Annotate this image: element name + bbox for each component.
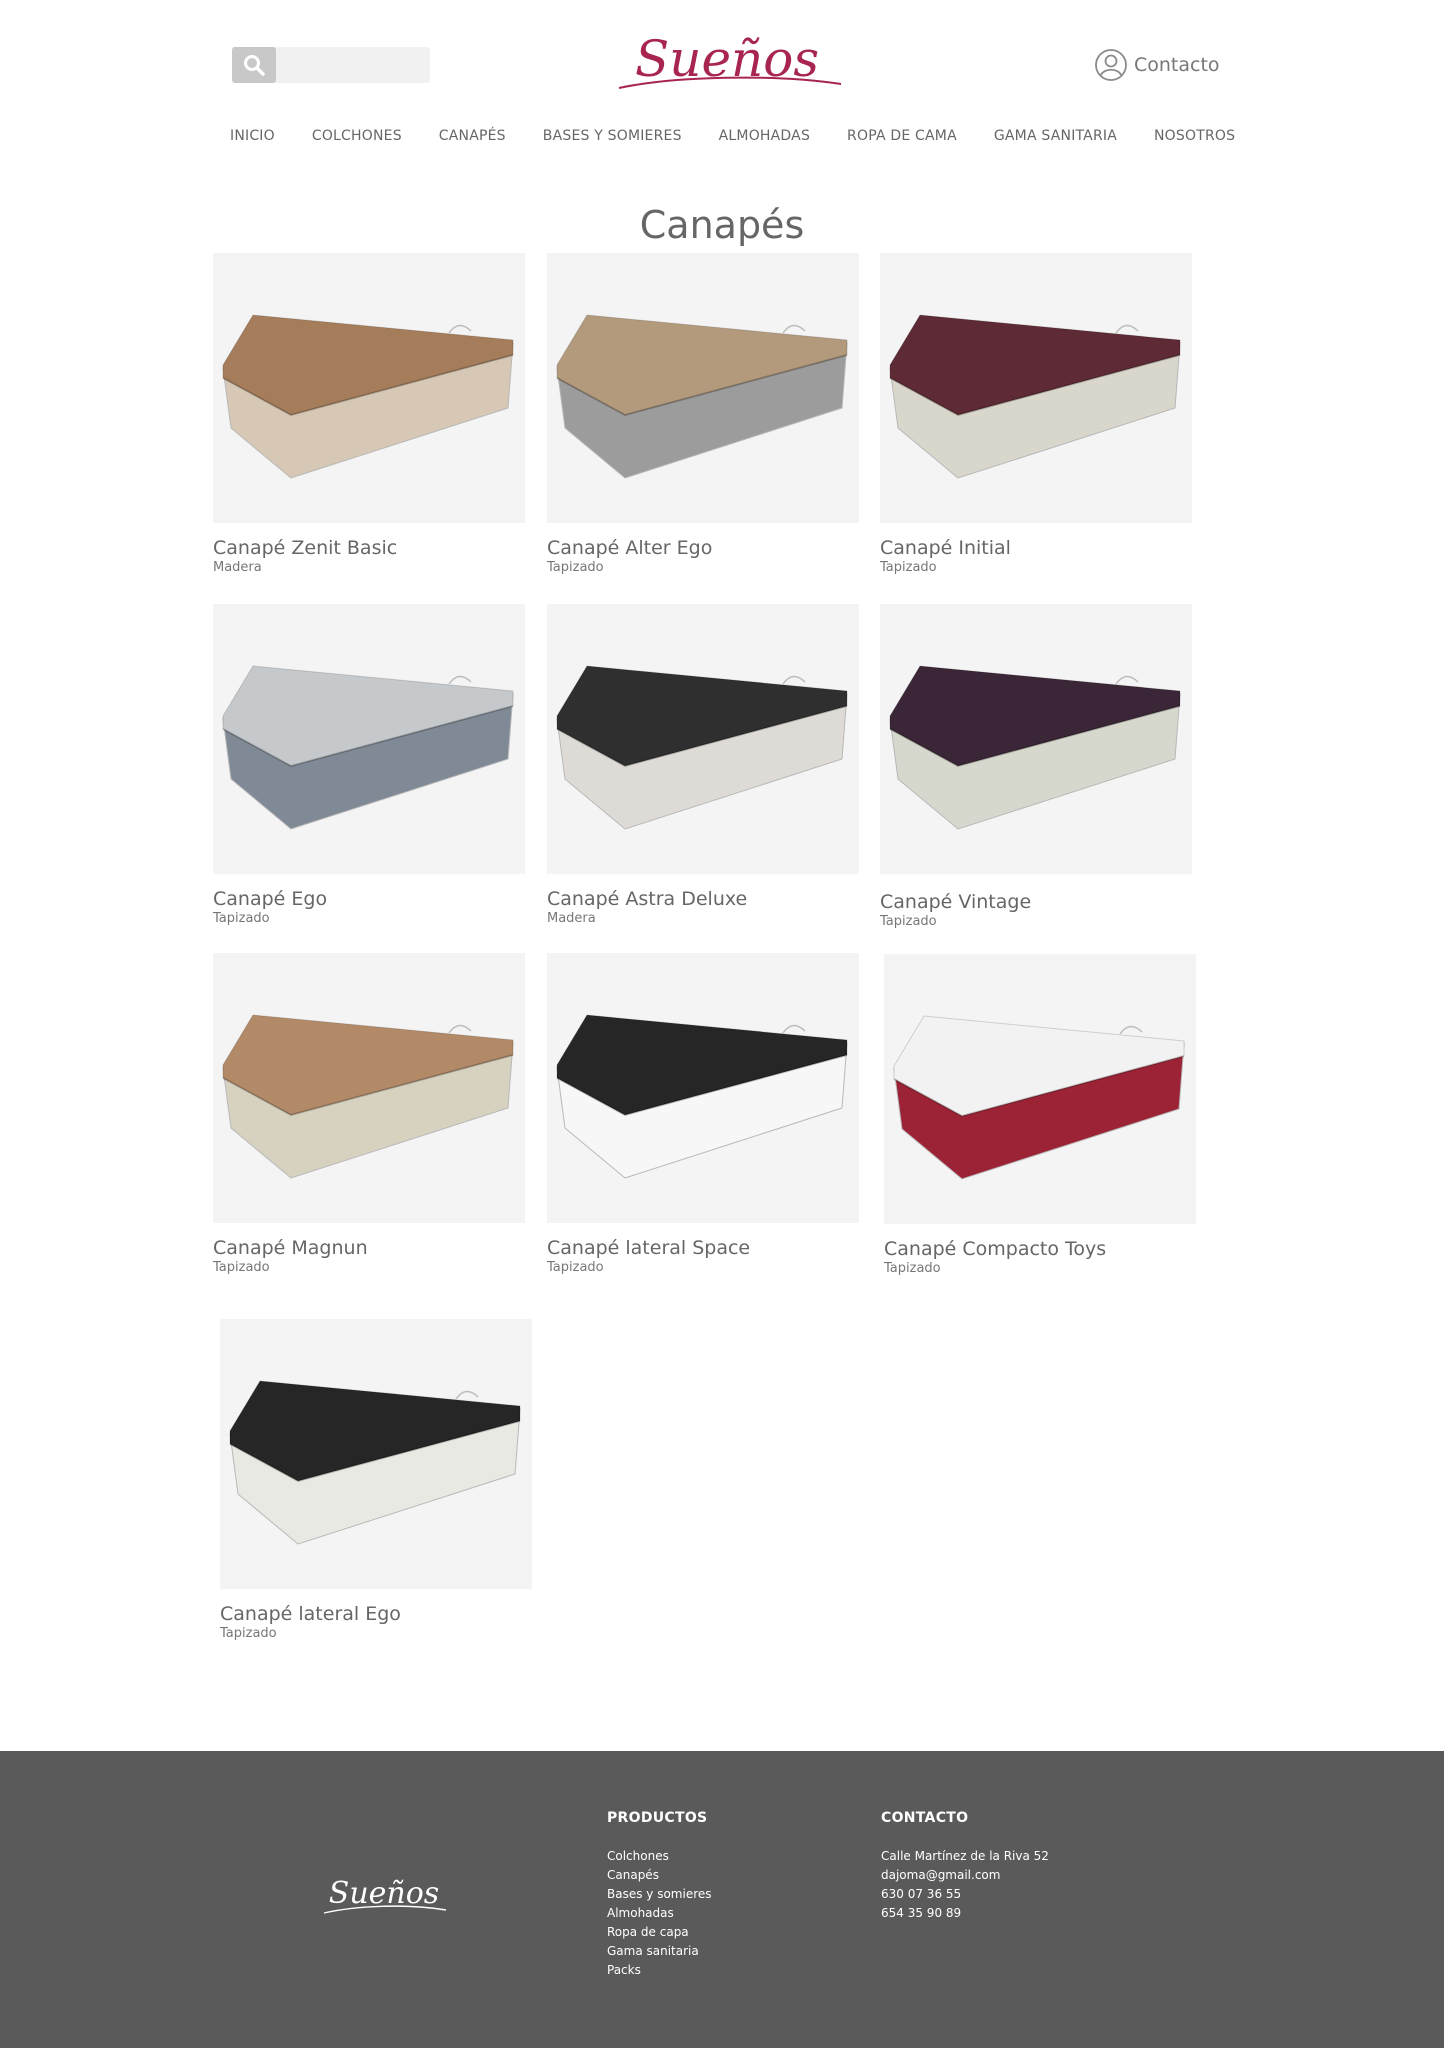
product-name[interactable]: Canapé Alter Ego [547,537,859,559]
bed-base-illustration [222,314,514,479]
user-icon [1095,49,1127,81]
product-card[interactable]: Canapé Vintage Tapizado [880,604,1192,929]
footer-link-canapes[interactable]: Canapés [607,1866,712,1885]
product-card[interactable]: Canapé Alter Ego Tapizado [547,253,859,575]
footer-link-gama-sanitaria[interactable]: Gama sanitaria [607,1942,712,1961]
product-name[interactable]: Canapé Vintage [880,891,1192,913]
product-card[interactable]: Canapé Magnun Tapizado [213,953,525,1275]
product-image[interactable] [213,253,525,523]
footer-link-bases-somieres[interactable]: Bases y somieres [607,1885,712,1904]
footer-link-colchones[interactable]: Colchones [607,1847,712,1866]
page-title: Canapés [639,203,805,248]
footer-address: Calle Martínez de la Riva 52 [881,1849,1049,1863]
product-card[interactable]: Canapé Ego Tapizado [213,604,525,926]
nav-item-canapes[interactable]: CANAPÉS [439,128,506,154]
footer-link-almohadas[interactable]: Almohadas [607,1904,712,1923]
product-image[interactable] [547,604,859,874]
bed-base-illustration [889,665,1181,830]
product-name[interactable]: Canapé Astra Deluxe [547,888,859,910]
footer-contact-heading: CONTACTO [881,1810,969,1826]
product-category: Tapizado [220,1626,277,1641]
nav-item-bases-somieres[interactable]: BASES Y SOMIERES [543,128,682,154]
site-footer: Sueños PRODUCTOS Colchones Canapés Bases… [0,1751,1444,2048]
search-icon [244,55,265,76]
product-category: Tapizado [880,560,937,575]
footer-contact-column: CONTACTO Calle Martínez de la Riva 52 da… [881,1810,1049,1923]
product-image[interactable] [547,253,859,523]
product-name[interactable]: Canapé Initial [880,537,1192,559]
product-card[interactable]: Canapé Compacto Toys Tapizado [884,954,1196,1276]
search-input[interactable] [280,47,430,85]
contact-link[interactable]: Contacto [1094,48,1220,82]
product-name[interactable]: Canapé lateral Ego [220,1603,532,1625]
product-image[interactable] [213,953,525,1223]
product-card[interactable]: Canapé lateral Space Tapizado [547,953,859,1275]
site-header: Sueños Contacto INICIO COLCHONES CANAPÉS… [0,0,1444,180]
product-image[interactable] [547,953,859,1223]
nav-item-almohadas[interactable]: ALMOHADAS [719,128,810,154]
product-name[interactable]: Canapé Compacto Toys [884,1238,1196,1260]
product-category: Madera [547,911,596,926]
product-card[interactable]: Canapé lateral Ego Tapizado [220,1319,532,1641]
product-name[interactable]: Canapé Ego [213,888,525,910]
bed-base-illustration [556,665,848,830]
footer-brand-logo[interactable]: Sueños [320,1873,450,1923]
product-card[interactable]: Canapé Zenit Basic Madera [213,253,525,575]
product-category: Tapizado [213,911,270,926]
product-image[interactable] [880,253,1192,523]
footer-products-column: PRODUCTOS Colchones Canapés Bases y somi… [607,1810,712,1980]
bed-base-illustration [222,665,514,830]
product-image[interactable] [213,604,525,874]
footer-link-ropa[interactable]: Ropa de capa [607,1923,712,1942]
bed-base-illustration [229,1380,521,1545]
footer-email[interactable]: dajoma@gmail.com [881,1866,1049,1885]
product-category: Tapizado [880,914,937,929]
product-image[interactable] [884,954,1196,1224]
product-category: Tapizado [547,560,604,575]
product-name[interactable]: Canapé Zenit Basic [213,537,525,559]
product-name[interactable]: Canapé lateral Space [547,1237,859,1259]
product-name[interactable]: Canapé Magnun [213,1237,525,1259]
product-category: Tapizado [213,1260,270,1275]
product-card[interactable]: Canapé Initial Tapizado [880,253,1192,575]
footer-phone-1[interactable]: 630 07 36 55 [881,1885,1049,1904]
bed-base-illustration [893,1015,1185,1180]
product-category: Tapizado [547,1260,604,1275]
product-category: Madera [213,560,262,575]
bed-base-illustration [556,314,848,479]
footer-link-packs[interactable]: Packs [607,1961,712,1980]
contact-label: Contacto [1134,54,1220,76]
bed-base-illustration [556,1014,848,1179]
nav-item-colchones[interactable]: COLCHONES [312,128,402,154]
product-category: Tapizado [884,1261,941,1276]
search-button[interactable] [232,47,276,83]
footer-phone-2[interactable]: 654 35 90 89 [881,1904,1049,1923]
main-nav: INICIO COLCHONES CANAPÉS BASES Y SOMIERE… [230,128,1272,154]
search-box [232,47,430,85]
bed-base-illustration [889,314,1181,479]
nav-item-ropa-de-cama[interactable]: ROPA DE CAMA [847,128,957,154]
nav-item-inicio[interactable]: INICIO [230,128,275,154]
nav-item-gama-sanitaria[interactable]: GAMA SANITARIA [994,128,1117,154]
product-card[interactable]: Canapé Astra Deluxe Madera [547,604,859,926]
bed-base-illustration [222,1014,514,1179]
nav-item-nosotros: NOSOTROS [1154,128,1236,144]
brand-logo[interactable]: Sueños [615,26,845,100]
product-image[interactable] [880,604,1192,874]
product-image[interactable] [220,1319,532,1589]
footer-products-heading: PRODUCTOS [607,1810,708,1826]
